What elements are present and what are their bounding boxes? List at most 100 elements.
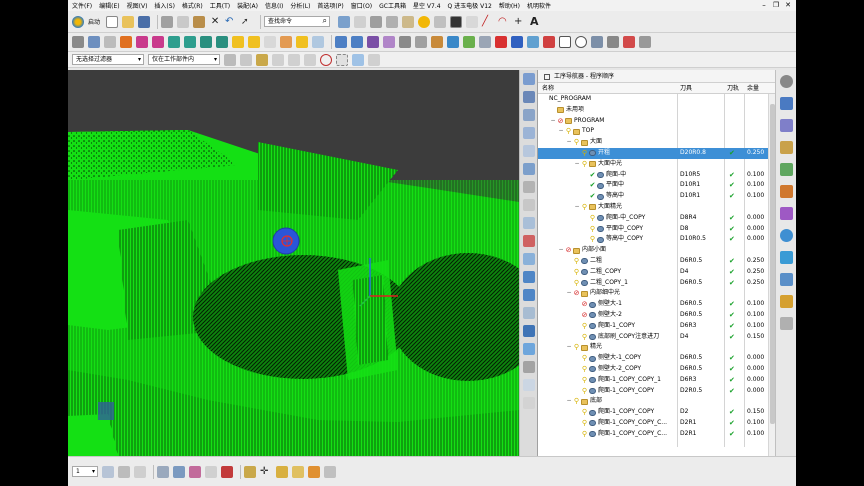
selection-scope-dropdown[interactable]: 仅在工作部件内 — [148, 54, 220, 65]
view-orientation-icon[interactable] — [434, 15, 447, 28]
assembly-navigator-icon[interactable] — [779, 119, 793, 132]
solid-blue-icon[interactable] — [511, 36, 523, 48]
background-color-icon[interactable] — [450, 15, 463, 28]
menu-item[interactable]: 机明软件 — [527, 1, 551, 10]
nx-logo-icon[interactable] — [72, 15, 84, 28]
operation-tree-row[interactable]: − ⚲ 大面中光 — [538, 159, 775, 170]
cylinder-icon[interactable] — [248, 36, 260, 48]
select-cursor-icon[interactable] — [256, 53, 268, 66]
zoom-window-icon[interactable] — [118, 465, 130, 478]
snap-settings-icon[interactable] — [224, 53, 236, 66]
operation-tree-row[interactable]: ⚲ 开粗 D20R0.8 ✔ 0.250 — [538, 147, 775, 159]
expand-toggle-icon[interactable]: − — [558, 126, 564, 137]
new-file-icon[interactable] — [106, 15, 119, 28]
snap-point-icon[interactable] — [272, 53, 284, 66]
minimize-icon[interactable]: – — [758, 1, 770, 9]
menu-item[interactable]: 插入(S) — [154, 1, 175, 10]
operation-tree-row[interactable]: ⚲ 爬面-1_COPY_COPY_1 D6R3 ✔ 0.000 — [538, 375, 775, 386]
axis-icon[interactable] — [607, 36, 619, 48]
arrow-back-icon[interactable] — [168, 36, 180, 48]
menu-item[interactable]: 文件(F) — [72, 1, 92, 10]
shop-doc-icon[interactable] — [399, 36, 411, 48]
operation-tree-row[interactable]: ⊘ 侧壁大-1 D6R0.5 ✔ 0.100 — [538, 299, 775, 310]
copy-op-icon[interactable] — [522, 199, 535, 211]
system-scene-icon[interactable] — [779, 317, 793, 330]
expand-toggle-icon[interactable]: − — [566, 342, 572, 353]
method-view-icon[interactable] — [522, 145, 535, 157]
mesh-icon[interactable] — [415, 36, 427, 48]
number-selector-dropdown[interactable]: 1 — [72, 466, 98, 477]
command-search-input[interactable]: 查找命令 — [264, 16, 331, 27]
menu-item[interactable]: 装配(A) — [237, 1, 258, 10]
create-program-icon[interactable] — [88, 36, 100, 48]
menu-item[interactable]: 工具(T) — [210, 1, 230, 10]
menu-item[interactable]: 分析(L) — [290, 1, 310, 10]
operation-tree-row[interactable]: 未用项 — [538, 105, 775, 116]
operation-tree-row[interactable]: NC_PROGRAM — [538, 94, 775, 105]
replay-op-icon[interactable] — [522, 289, 535, 301]
measure-icon[interactable] — [354, 15, 367, 28]
machine-navigator-icon[interactable] — [779, 207, 793, 220]
verify-op-icon[interactable] — [522, 325, 535, 337]
expand-toggle-icon[interactable]: − — [550, 116, 556, 127]
verify-path-icon[interactable] — [367, 36, 379, 48]
selection-arrow-icon[interactable]: ➚ — [241, 16, 253, 28]
roles-icon[interactable] — [779, 295, 793, 308]
operation-tree-row[interactable]: − ⚲ 精光 — [538, 342, 775, 353]
operation-tree-row[interactable]: ⚲ 二粗_COPY_1 D6R0.5 ✔ 0.250 — [538, 278, 775, 289]
operation-tree-row[interactable]: − ⚲ TOP — [538, 126, 775, 137]
block-icon[interactable] — [232, 36, 244, 48]
history-icon[interactable] — [779, 251, 793, 264]
menu-item[interactable]: 首选项(P) — [317, 1, 343, 10]
replay-path-icon[interactable] — [351, 36, 363, 48]
expand-toggle-icon[interactable]: − — [574, 202, 580, 213]
menu-item[interactable]: 信息(I) — [265, 1, 283, 10]
arrow-forward-icon[interactable] — [184, 36, 196, 48]
layer-view-icon[interactable] — [368, 53, 380, 66]
wave-icon[interactable] — [527, 36, 539, 48]
more-op-icon[interactable] — [522, 397, 535, 409]
post-op-icon[interactable] — [522, 361, 535, 373]
trim-icon[interactable] — [479, 36, 491, 48]
restore-icon[interactable]: ❐ — [770, 1, 782, 9]
menu-item[interactable]: Q 进玉电极 V12 — [448, 1, 492, 10]
operation-tree-row[interactable]: ⚲ 爬面-1_COPY_COPY_C... D2R1 ✔ 0.100 — [538, 418, 775, 429]
offset-face-icon[interactable] — [280, 36, 292, 48]
navigator-settings-icon[interactable] — [779, 75, 793, 88]
point-icon[interactable]: + — [514, 16, 526, 28]
geometry-view-icon[interactable] — [522, 127, 535, 139]
ibeam-icon[interactable] — [591, 36, 603, 48]
open-folder-icon[interactable] — [122, 15, 135, 28]
pan-icon[interactable] — [370, 15, 383, 28]
grid-icon[interactable] — [623, 36, 635, 48]
create-tool-icon[interactable] — [104, 36, 116, 48]
snap-end-icon[interactable] — [288, 53, 300, 66]
operation-tree-row[interactable]: ⚲ 侧壁大-2_COPY D6R0.5 ✔ 0.000 — [538, 364, 775, 375]
expand-toggle-icon[interactable]: − — [558, 245, 564, 256]
arrow-down-icon[interactable] — [216, 36, 228, 48]
line-icon[interactable]: ╱ — [482, 16, 494, 28]
menu-item[interactable]: GC工具箱 — [379, 1, 406, 10]
close-icon[interactable]: ✕ — [782, 1, 794, 9]
tool-view-icon[interactable] — [522, 73, 535, 85]
expand-toggle-icon[interactable]: − — [566, 137, 572, 148]
sketch-icon[interactable] — [312, 36, 324, 48]
extrude-icon[interactable] — [264, 36, 276, 48]
menu-item[interactable]: 星空 V7.4 — [413, 1, 441, 10]
pattern-icon[interactable] — [463, 36, 475, 48]
arrow-right-icon[interactable] — [152, 36, 164, 48]
operation-tree-row[interactable]: ⚲ 二粗_COPY D4 ✔ 0.250 — [538, 267, 775, 278]
graphics-viewport[interactable] — [68, 70, 519, 456]
cam-model-view[interactable] — [68, 70, 519, 456]
menu-item[interactable]: 帮助(H) — [499, 1, 520, 10]
menu-item[interactable]: 视图(V) — [127, 1, 148, 10]
save-icon[interactable] — [138, 15, 151, 28]
window-cascade-icon[interactable] — [338, 15, 351, 28]
snap-view-icon[interactable] — [244, 465, 256, 478]
rename-op-icon[interactable] — [522, 253, 535, 265]
pin-icon[interactable] — [544, 73, 550, 80]
arc-icon[interactable]: ◠ — [498, 16, 510, 28]
create-geometry-icon[interactable] — [120, 36, 132, 48]
blend-icon[interactable] — [296, 36, 308, 48]
copy-icon[interactable] — [177, 15, 190, 28]
